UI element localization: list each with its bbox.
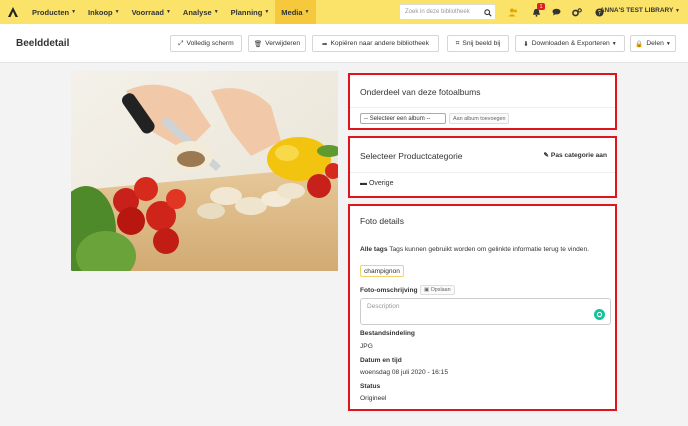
album-select[interactable]: -- Selecteer een album --: [360, 113, 446, 124]
category-title: Selecteer Productcategorie: [360, 151, 463, 161]
crop-button[interactable]: ⌗ Snij beeld bij: [447, 35, 509, 52]
category-value: ▬ Overige: [360, 180, 394, 187]
copy-button[interactable]: ➦ Kopiëren naar andere bibliotheek: [312, 35, 439, 52]
add-to-album-button[interactable]: Aan album toevoegen: [449, 113, 510, 124]
save-description-button[interactable]: ▣ Opslaan: [420, 285, 455, 295]
nav-item-inkoop[interactable]: Inkoop ▼: [82, 0, 126, 24]
status-value: Origineel: [360, 395, 387, 402]
search-icon[interactable]: [482, 7, 493, 18]
download-icon: ⬇: [523, 40, 529, 48]
delete-button[interactable]: 🗑 Verwijderen: [248, 35, 306, 52]
bell-icon[interactable]: 1: [530, 3, 545, 18]
photo-details-panel: Foto details Alle tags Tags kunnen gebru…: [348, 204, 617, 411]
nav-item-producten[interactable]: Producten ▼: [26, 0, 82, 24]
save-icon: ▣: [424, 287, 430, 293]
photo-preview[interactable]: [71, 71, 338, 271]
settings-icon[interactable]: [571, 6, 583, 18]
grammarly-icon[interactable]: [594, 309, 605, 320]
search-input[interactable]: Zoek in deze bibliotheek: [399, 4, 496, 20]
page-header: Beelddetail ⤢ Volledig scherm 🗑 Verwijdere…: [0, 24, 688, 63]
fullscreen-button[interactable]: ⤢ Volledig scherm: [170, 35, 242, 52]
nav-item-analyse[interactable]: Analyse ▼: [177, 0, 225, 24]
pencil-icon: ✎: [543, 152, 550, 159]
format-value: JPG: [360, 343, 373, 350]
chevron-down-icon: ▼: [675, 8, 680, 14]
share-button[interactable]: 🔒 Delen ▼: [630, 35, 676, 52]
details-title: Foto details: [360, 216, 404, 226]
top-navigation: Producten ▼ Inkoop ▼ Voorraad ▼ Analyse ▼ Pl…: [0, 0, 688, 24]
notification-badge: 1: [537, 3, 545, 10]
page-title: Beelddetail: [16, 38, 70, 49]
albums-title: Onderdeel van deze fotoalbums: [360, 87, 481, 97]
chevron-down-icon: ▼: [611, 40, 617, 47]
nav-item-planning[interactable]: Planning ▼: [225, 0, 276, 24]
chevron-down-icon: ▼: [71, 9, 77, 15]
library-menu[interactable]: ANNA'S TEST LIBRARY ▼: [600, 7, 680, 14]
chevron-down-icon: ▼: [114, 9, 120, 15]
category-panel: Selecteer Productcategorie ✎ Pas categor…: [348, 136, 617, 198]
expand-icon: ⤢: [178, 39, 184, 47]
nav-item-media[interactable]: Media ▼: [275, 0, 316, 24]
albums-panel: Onderdeel van deze fotoalbums -- Selecte…: [348, 73, 617, 130]
format-label: Bestandsindeling: [360, 330, 415, 337]
logo-icon: [8, 7, 18, 17]
trash-icon: 🗑: [253, 40, 263, 48]
date-value: woensdag 08 juli 2020 - 16:15: [360, 369, 448, 376]
crop-icon: ⌗: [455, 39, 460, 47]
briefcase-icon: ▬: [360, 180, 367, 187]
chevron-down-icon: ▼: [665, 40, 671, 47]
chevron-down-icon: ▼: [264, 9, 270, 15]
logo[interactable]: [0, 0, 26, 24]
description-field[interactable]: Description: [360, 298, 611, 325]
chevron-down-icon: ▼: [165, 9, 171, 15]
tags-help-text: Alle tags Tags kunnen gebruikt worden om…: [360, 246, 589, 253]
chat-icon[interactable]: [550, 6, 562, 18]
chevron-down-icon: ▼: [213, 9, 219, 15]
users-icon[interactable]: [507, 6, 519, 18]
mushroom-cutting-photo: [71, 71, 338, 271]
lock-icon: 🔒: [635, 40, 644, 48]
chevron-down-icon: ▼: [304, 9, 310, 15]
share-arrow-icon: ➦: [322, 40, 328, 48]
nav-item-voorraad[interactable]: Voorraad ▼: [126, 0, 177, 24]
divider: [350, 107, 615, 108]
tag-chip[interactable]: champignon: [360, 265, 404, 277]
divider: [350, 172, 615, 173]
status-label: Status: [360, 383, 381, 390]
edit-category-button[interactable]: ✎ Pas categorie aan: [544, 151, 607, 159]
download-export-button[interactable]: ⬇ Downloaden & Exporteren ▼: [515, 35, 625, 52]
description-label: Foto-omschrijving: [360, 287, 418, 294]
date-label: Datum en tijd: [360, 357, 402, 364]
